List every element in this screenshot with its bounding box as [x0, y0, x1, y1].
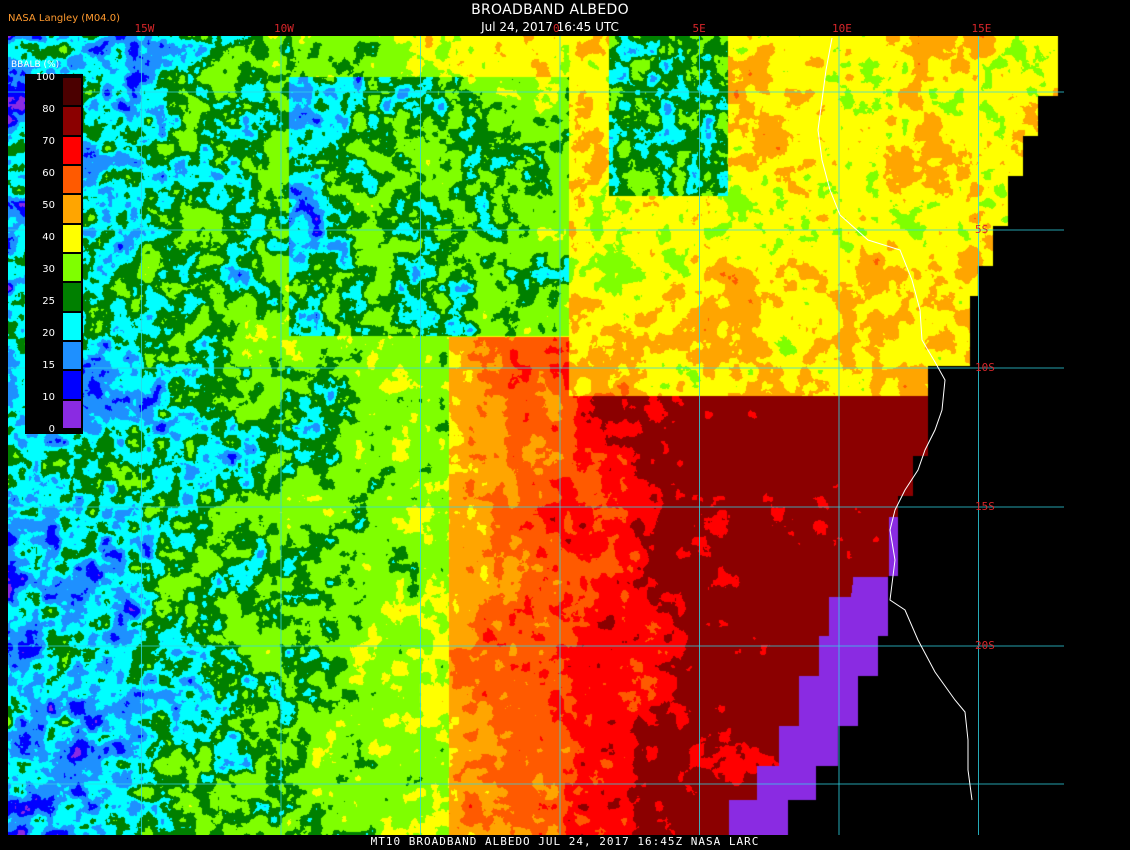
legend-swatch	[63, 283, 81, 311]
legend-swatch	[63, 254, 81, 282]
lon-label: 10E	[832, 22, 852, 35]
timestamp: Jul 24, 2017 16:45 UTC	[481, 20, 619, 34]
legend-tick: 30	[42, 264, 55, 275]
legend-tick: 10	[42, 392, 55, 403]
legend-swatch	[63, 107, 81, 135]
legend-swatch	[63, 342, 81, 370]
footer-caption: MT10 BROADBAND ALBEDO JUL 24, 2017 16:45…	[370, 835, 760, 848]
lat-label: 10S	[975, 361, 995, 374]
lon-label: 0	[553, 22, 560, 35]
page-title: BROADBAND ALBEDO	[471, 2, 629, 18]
lat-label: 5S	[975, 223, 989, 236]
legend-swatch	[63, 400, 81, 428]
legend-tick: 20	[42, 328, 55, 339]
legend-swatch	[63, 195, 81, 223]
legend-tick: 15	[42, 360, 55, 371]
lat-label: 20S	[975, 639, 995, 652]
legend-swatch	[63, 166, 81, 194]
legend-swatch	[63, 312, 81, 340]
legend-tick: 25	[42, 296, 55, 307]
legend-tick: 80	[42, 104, 55, 115]
lon-label: 15E	[971, 22, 992, 35]
legend-swatch	[63, 224, 81, 252]
legend-tick: 100	[35, 72, 55, 83]
legend-tick: 0	[48, 424, 55, 435]
lat-label: 15S	[975, 500, 995, 513]
lon-label: 5E	[692, 22, 706, 35]
legend-swatch	[63, 136, 81, 164]
legend-box: 100 80 70 60 50 40 30 25 20 15 10 0	[25, 72, 83, 435]
legend-tick: 50	[42, 200, 55, 211]
legend-title: BBALB (%)	[11, 60, 60, 70]
legend-tick: 40	[42, 232, 55, 243]
legend-tick: 70	[42, 136, 55, 147]
legend-tick: 60	[42, 168, 55, 179]
albedo-map[interactable]	[8, 36, 1064, 835]
lon-label: 15W	[134, 22, 155, 35]
legend-swatch	[63, 371, 81, 399]
legend-swatch	[63, 78, 81, 106]
lon-label: 10W	[274, 22, 294, 35]
color-legend: BBALB (%) 100 80 70 60 50 40 30 25 20 15 10 0	[7, 60, 83, 440]
